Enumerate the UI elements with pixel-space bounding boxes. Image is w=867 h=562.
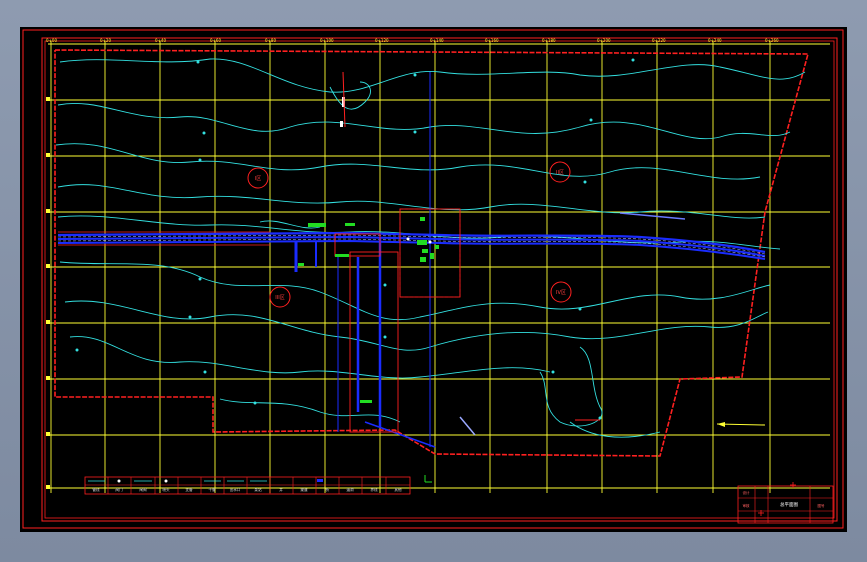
tick-label: 0+220 bbox=[652, 38, 666, 43]
grid-ticks-left bbox=[46, 97, 50, 489]
legend-label: 出水口 bbox=[230, 487, 241, 492]
tick-label: 0+260 bbox=[765, 38, 779, 43]
title-label: 设计 bbox=[743, 490, 751, 495]
title-label: 图号 bbox=[818, 503, 826, 508]
tick-label: 0+160 bbox=[485, 38, 499, 43]
tick-label: 0+20 bbox=[100, 38, 111, 43]
markers-white bbox=[340, 97, 432, 244]
zone-label: I区 bbox=[255, 176, 261, 182]
legend-label: 界线 bbox=[370, 487, 378, 492]
tick-label: 0+180 bbox=[542, 38, 556, 43]
legend-label: 渠道 bbox=[300, 487, 308, 492]
cad-viewport: 0+00 0+20 0+40 0+60 0+80 0+100 0+120 0+1… bbox=[0, 0, 867, 562]
tick-label: 0+60 bbox=[210, 38, 221, 43]
drawing-sheet[interactable]: 0+00 0+20 0+40 0+60 0+80 0+100 0+120 0+1… bbox=[20, 27, 847, 532]
tick-label: 0+200 bbox=[597, 38, 611, 43]
zone-label: II区 bbox=[556, 170, 564, 176]
branch-pipes bbox=[294, 72, 436, 448]
legend-label: 支管 bbox=[185, 487, 193, 492]
inner-border-2 bbox=[44, 40, 835, 519]
tick-label: 0+140 bbox=[430, 38, 444, 43]
legend-label: 管线 bbox=[92, 487, 100, 492]
red-markers bbox=[342, 71, 600, 421]
cad-drawing: 0+00 0+20 0+40 0+60 0+80 0+100 0+120 0+1… bbox=[22, 29, 844, 529]
zone-label: III区 bbox=[275, 295, 284, 301]
title-label: 审核 bbox=[743, 503, 751, 508]
legend-label: 闸阀 bbox=[139, 487, 147, 492]
tick-label: 0+80 bbox=[265, 38, 276, 43]
main-pipeline bbox=[57, 231, 766, 260]
tick-label: 0+00 bbox=[46, 38, 57, 43]
tick-label: 0+240 bbox=[708, 38, 722, 43]
legend-label: 桥 bbox=[325, 487, 329, 492]
legend-label: 涵洞 bbox=[346, 487, 354, 492]
tick-label: 0+100 bbox=[320, 38, 334, 43]
legend-label: 其他 bbox=[394, 487, 402, 492]
grid bbox=[48, 41, 830, 493]
tick-label: 0+120 bbox=[375, 38, 389, 43]
legend-label: 泵站 bbox=[254, 487, 262, 492]
drawing-name: 总平面图 bbox=[780, 501, 798, 508]
grid-tick-labels: 0+00 0+20 0+40 0+60 0+80 0+100 0+120 0+1… bbox=[46, 38, 779, 43]
tick-label: 0+40 bbox=[155, 38, 166, 43]
inner-border bbox=[41, 37, 838, 522]
legend-label: 喷头 bbox=[162, 487, 170, 492]
legend-label: 干管 bbox=[208, 487, 216, 492]
zone-label: IV区 bbox=[556, 290, 566, 296]
legend-label: 阀门 bbox=[115, 487, 123, 492]
legend-label: 井 bbox=[279, 487, 283, 492]
